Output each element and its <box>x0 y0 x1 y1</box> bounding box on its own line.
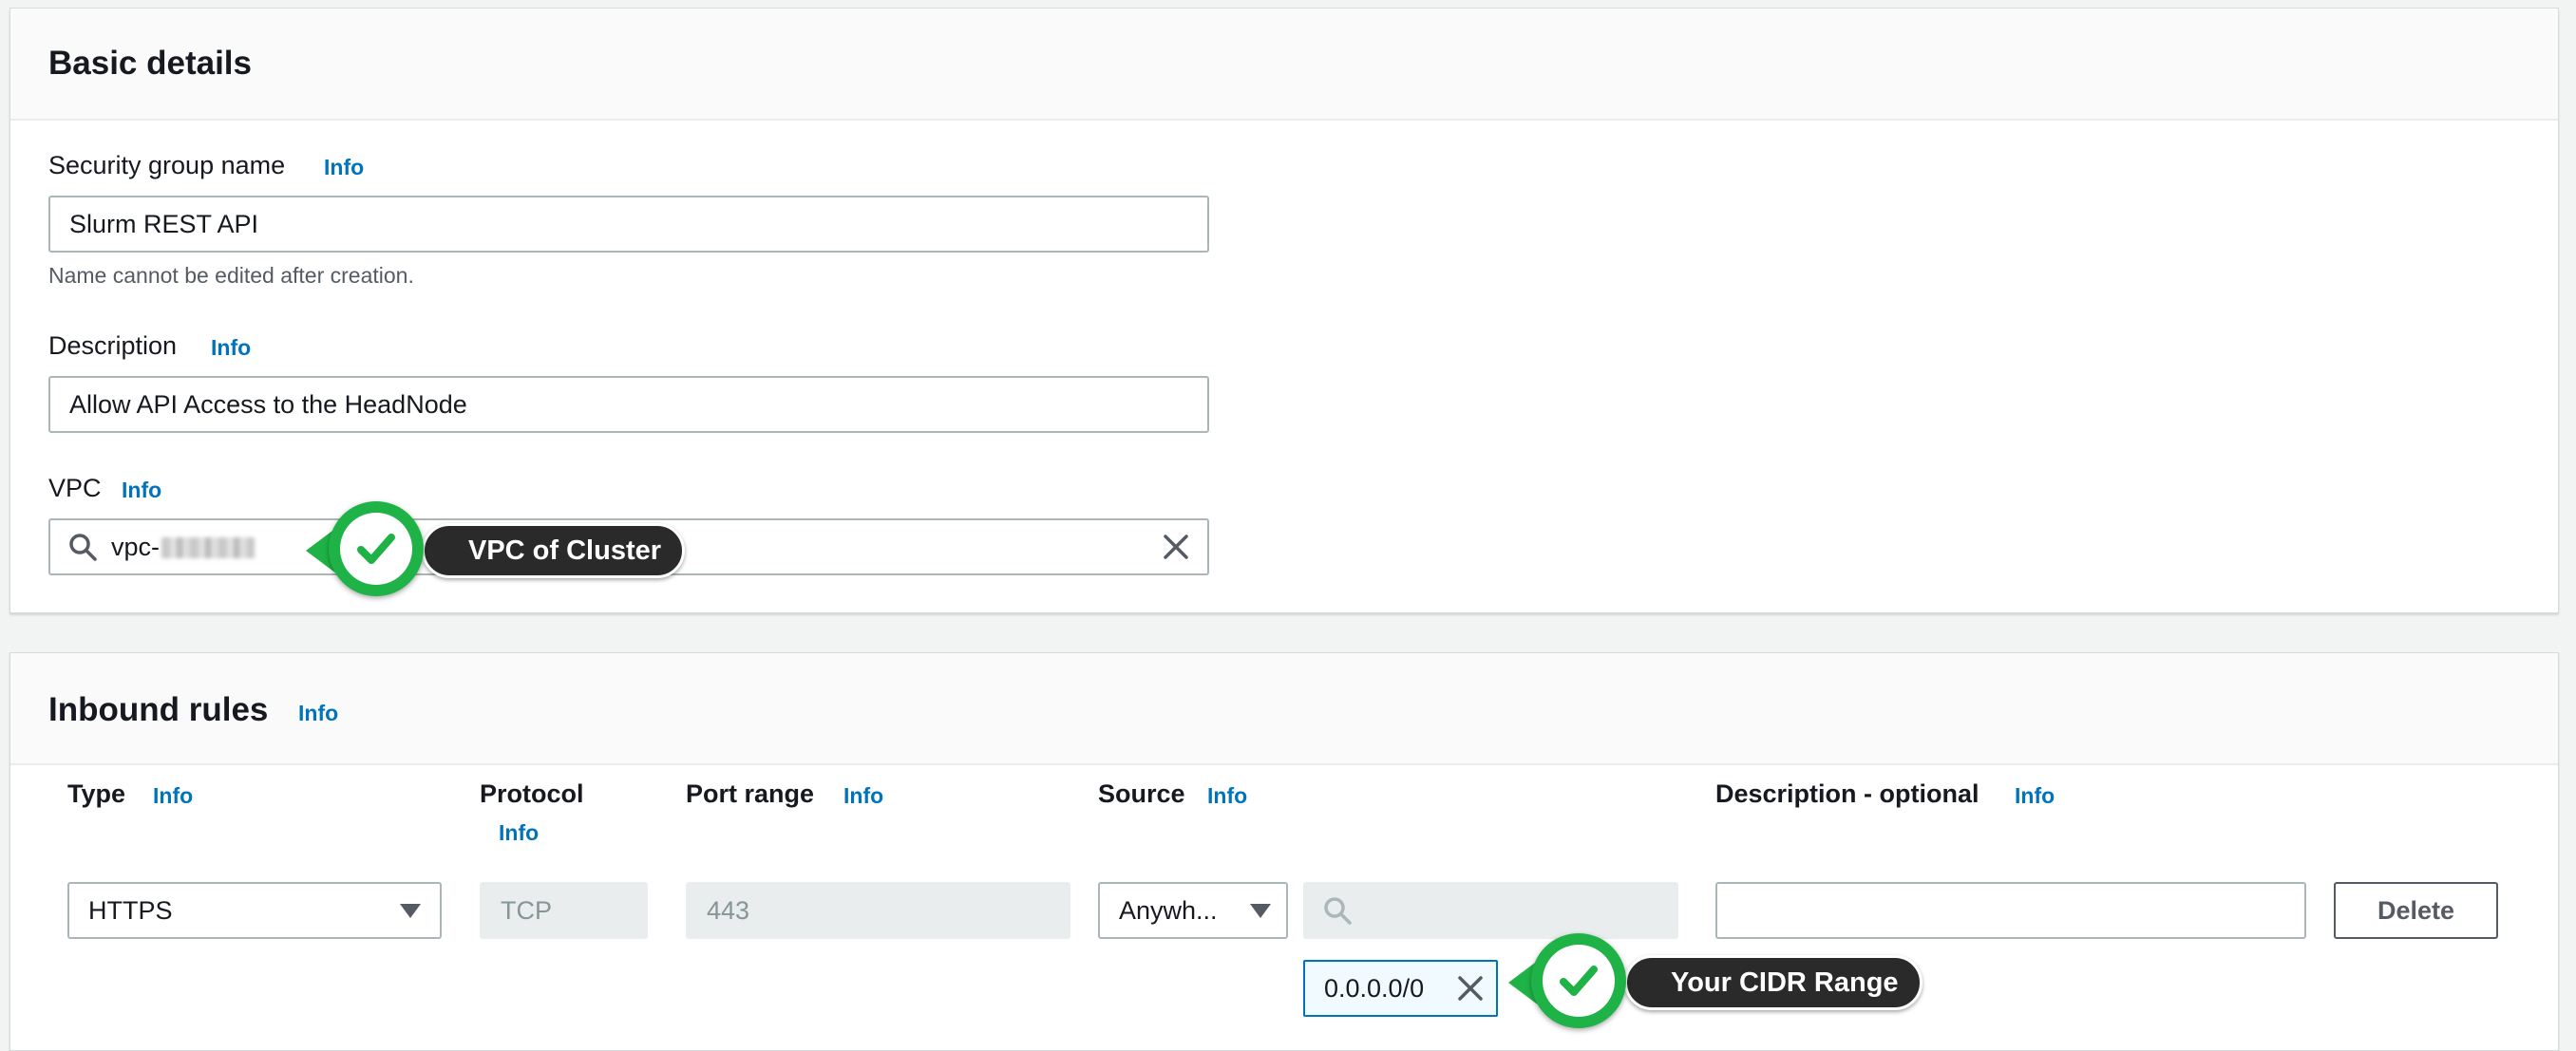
vpc-id-redacted <box>161 537 256 559</box>
cidr-token: 0.0.0.0/0 <box>1303 960 1498 1017</box>
source-select[interactable]: Anywh... <box>1098 882 1288 939</box>
rule-description-input[interactable] <box>1715 882 2306 939</box>
protocol-input <box>480 882 648 939</box>
col-description-header: Description - optional <box>1715 779 1979 808</box>
col-type-header: Type <box>67 779 126 808</box>
basic-details-header: Basic details <box>10 9 2558 121</box>
port-range-input <box>686 882 1070 939</box>
search-icon <box>67 532 98 562</box>
col-description-info-link[interactable]: Info <box>2015 783 2055 809</box>
inbound-rules-title: Inbound rules <box>48 691 269 728</box>
col-port-range-header: Port range <box>686 779 815 808</box>
cidr-callout: Your CIDR Range <box>1508 933 1926 1028</box>
source-cidr-search[interactable] <box>1303 882 1702 939</box>
search-icon <box>1322 895 1353 926</box>
checkmark-icon <box>1531 933 1626 1028</box>
col-protocol-header: Protocol <box>480 779 584 808</box>
description-input[interactable] <box>48 376 1209 433</box>
source-cidr-input[interactable] <box>1353 895 1702 926</box>
inbound-rules-panel: Inbound rules Info Type Info Protocol In… <box>9 652 2559 1051</box>
inbound-rules-info-link[interactable]: Info <box>298 701 338 726</box>
caret-down-icon <box>1250 903 1271 918</box>
inbound-rules-header: Inbound rules Info <box>10 653 2558 765</box>
col-port-range-info-link[interactable]: Info <box>843 783 883 809</box>
type-select[interactable]: HTTPS <box>67 882 442 939</box>
checkmark-icon <box>329 501 424 596</box>
sg-name-input[interactable] <box>48 196 1209 253</box>
sg-name-label: Security group name <box>48 151 286 179</box>
cidr-token-value: 0.0.0.0/0 <box>1324 973 1425 1003</box>
vpc-callout: VPC of Cluster <box>306 501 686 596</box>
type-select-value: HTTPS <box>88 895 173 925</box>
source-select-value: Anywh... <box>1119 895 1218 925</box>
delete-rule-button[interactable]: Delete <box>2334 882 2498 939</box>
description-info-link[interactable]: Info <box>211 335 251 361</box>
close-icon[interactable] <box>1456 974 1485 1003</box>
col-type-info-link[interactable]: Info <box>153 783 193 809</box>
col-source-header: Source <box>1098 779 1185 808</box>
cidr-callout-label: Your CIDR Range <box>1624 955 1923 1010</box>
col-source-info-link[interactable]: Info <box>1207 783 1247 809</box>
vpc-info-link[interactable]: Info <box>122 478 161 503</box>
description-label: Description <box>48 331 178 360</box>
sg-name-info-link[interactable]: Info <box>324 155 364 180</box>
sg-name-hint: Name cannot be edited after creation. <box>48 263 414 288</box>
vpc-label: VPC <box>48 474 102 502</box>
caret-down-icon <box>400 903 421 918</box>
basic-details-title: Basic details <box>48 45 252 82</box>
vpc-callout-label: VPC of Cluster <box>422 523 686 578</box>
close-icon[interactable] <box>1162 533 1190 561</box>
col-protocol-info-link[interactable]: Info <box>499 820 539 846</box>
